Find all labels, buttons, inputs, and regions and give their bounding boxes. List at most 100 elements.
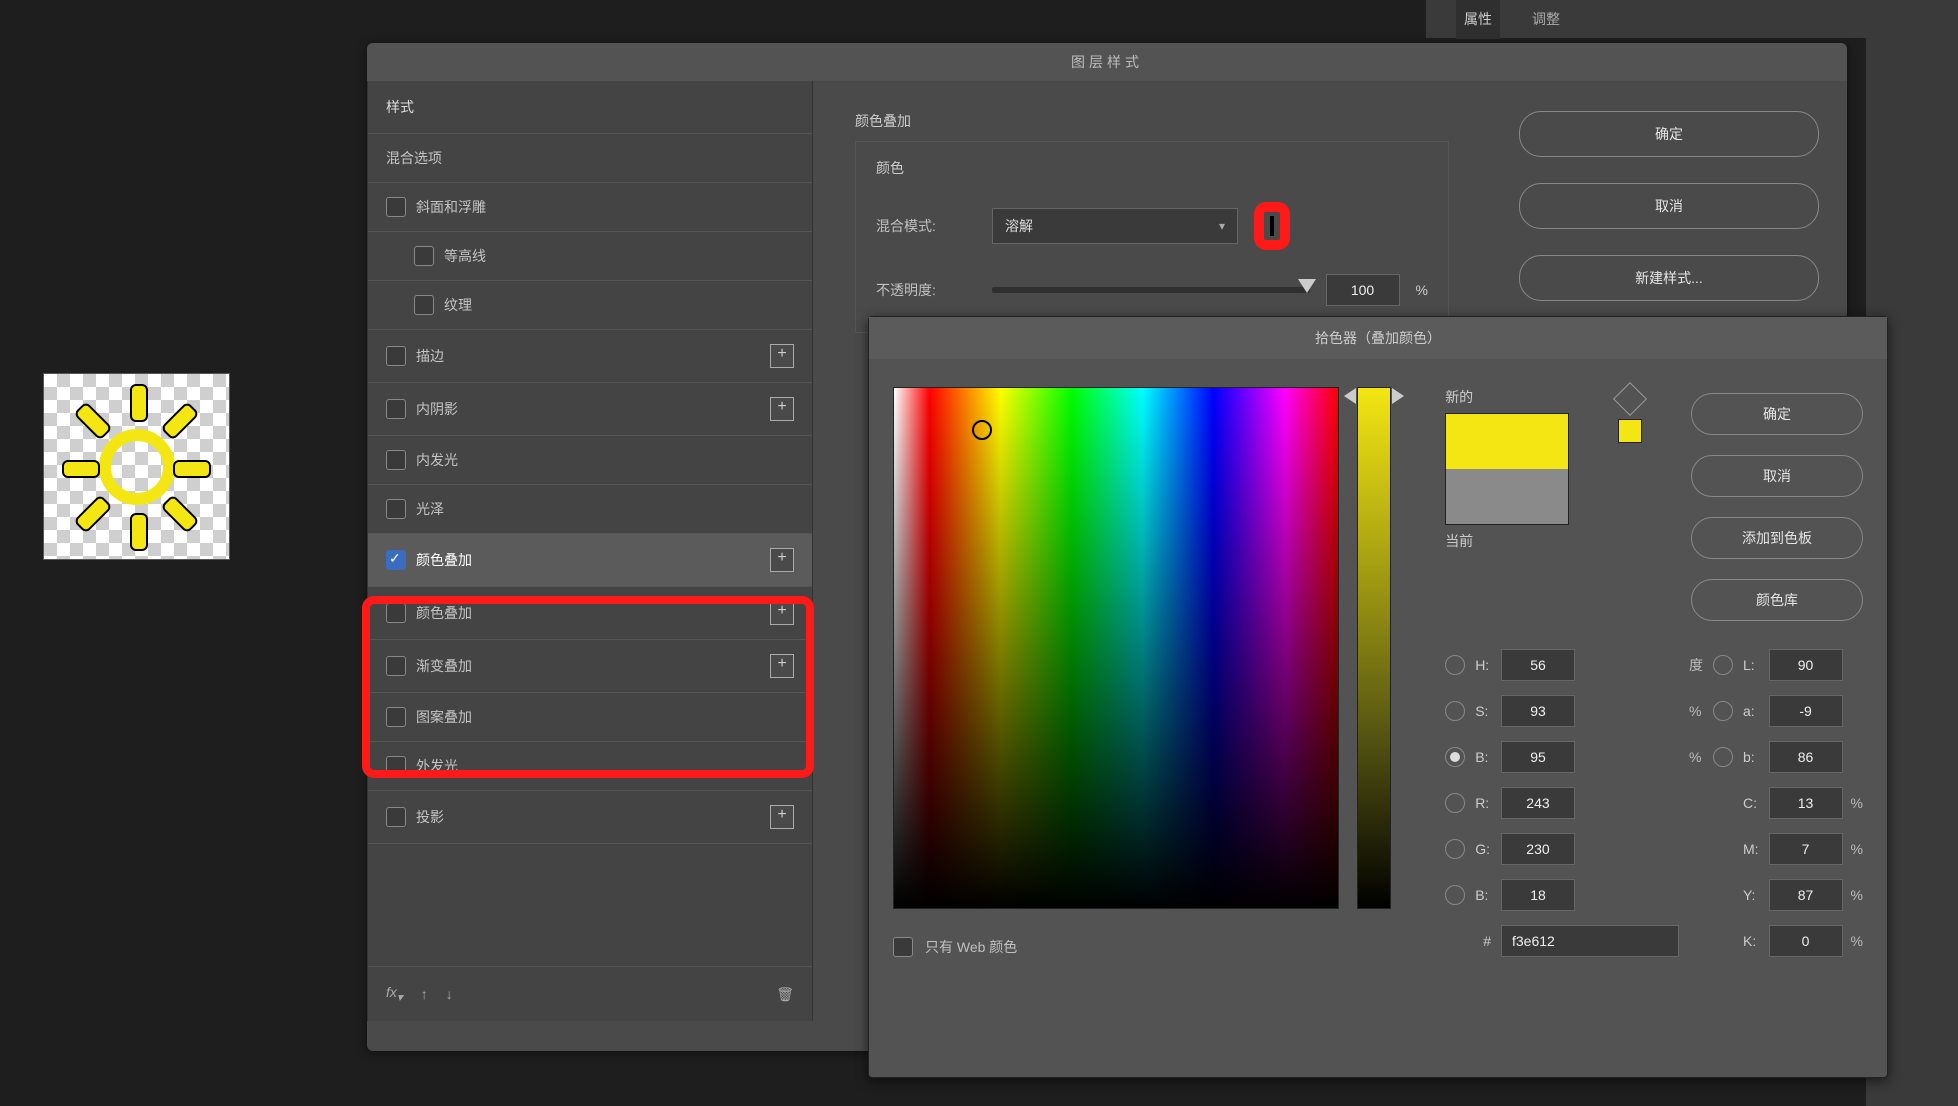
checkbox-bevel[interactable] <box>386 197 406 217</box>
checkbox-inner-glow[interactable] <box>386 450 406 470</box>
checkbox-drop-shadow[interactable] <box>386 807 406 827</box>
radio-h[interactable] <box>1445 655 1465 675</box>
effect-satin[interactable]: 光泽 <box>368 485 812 534</box>
tab-adjustments[interactable]: 调整 <box>1524 0 1568 39</box>
checkbox-color-overlay-2[interactable] <box>386 603 406 623</box>
checkbox-color-overlay-1[interactable] <box>386 550 406 570</box>
label-a: a: <box>1743 703 1759 719</box>
ok-button[interactable]: 确定 <box>1519 111 1819 157</box>
nearest-web-color-swatch[interactable] <box>1618 419 1642 443</box>
add-inner-shadow-button[interactable]: + <box>770 397 794 421</box>
radio-r[interactable] <box>1445 793 1465 813</box>
checkbox-satin[interactable] <box>386 499 406 519</box>
tab-properties[interactable]: 属性 <box>1456 0 1500 39</box>
effect-bevel-emboss[interactable]: 斜面和浮雕 <box>368 183 812 232</box>
label-m: M: <box>1743 841 1759 857</box>
slider-thumb-icon[interactable] <box>1298 279 1316 293</box>
preview-new-label: 新的 <box>1445 387 1569 407</box>
overlay-color-swatch[interactable] <box>1270 216 1274 236</box>
input-b-lab[interactable]: 86 <box>1769 741 1843 773</box>
preview-current-color[interactable] <box>1446 469 1568 524</box>
radio-b-lab[interactable] <box>1713 747 1733 767</box>
unit-h: 度 <box>1689 655 1703 675</box>
input-s[interactable]: 93 <box>1501 695 1575 727</box>
fx-menu-button[interactable]: fx▾ <box>386 984 403 1004</box>
delete-effect-button[interactable] <box>776 986 794 1003</box>
label-r: R: <box>1475 795 1491 811</box>
blend-mode-select[interactable]: 溶解 ▾ <box>992 208 1238 244</box>
radio-a[interactable] <box>1713 701 1733 721</box>
add-gradient-overlay-button[interactable]: + <box>770 654 794 678</box>
checkbox-gradient-overlay[interactable] <box>386 656 406 676</box>
opacity-input[interactable]: 100 <box>1326 274 1400 306</box>
effect-color-overlay-2[interactable]: 颜色叠加 + <box>368 587 812 640</box>
color-preview <box>1445 413 1569 525</box>
hue-slider-arrow-left-icon[interactable] <box>1344 388 1356 404</box>
blend-mode-value: 溶解 <box>1005 216 1033 236</box>
input-l[interactable]: 90 <box>1769 649 1843 681</box>
opacity-slider[interactable] <box>992 287 1310 293</box>
checkbox-web-only[interactable] <box>893 937 913 957</box>
effect-inner-glow[interactable]: 内发光 <box>368 436 812 485</box>
checkbox-pattern-overlay[interactable] <box>386 707 406 727</box>
hue-slider[interactable] <box>1357 387 1391 909</box>
label-k: K: <box>1743 933 1759 949</box>
radio-g[interactable] <box>1445 839 1465 859</box>
add-drop-shadow-button[interactable]: + <box>770 805 794 829</box>
label-y: Y: <box>1743 887 1759 903</box>
checkbox-stroke[interactable] <box>386 346 406 366</box>
add-color-overlay-button-2[interactable]: + <box>770 601 794 625</box>
input-k[interactable]: 0 <box>1769 925 1843 957</box>
input-g[interactable]: 230 <box>1501 833 1575 865</box>
cp-cancel-button[interactable]: 取消 <box>1691 455 1863 497</box>
effect-gradient-overlay[interactable]: 渐变叠加 + <box>368 640 812 693</box>
effect-texture[interactable]: 纹理 <box>368 281 812 330</box>
input-y[interactable]: 87 <box>1769 879 1843 911</box>
effect-pattern-overlay[interactable]: 图案叠加 <box>368 693 812 742</box>
effect-inner-shadow[interactable]: 内阴影 + <box>368 383 812 436</box>
radio-b-hsb[interactable] <box>1445 747 1465 767</box>
preview-new-color <box>1446 414 1568 469</box>
checkbox-contour[interactable] <box>414 246 434 266</box>
checkbox-texture[interactable] <box>414 295 434 315</box>
effect-drop-shadow[interactable]: 投影 + <box>368 791 812 844</box>
color-field-cursor[interactable] <box>972 420 992 440</box>
label-g: G: <box>1475 841 1491 857</box>
input-a[interactable]: -9 <box>1769 695 1843 727</box>
color-field[interactable] <box>893 387 1339 909</box>
move-effect-down-button[interactable] <box>446 986 453 1002</box>
canvas-layer-preview <box>43 373 230 560</box>
effect-outer-glow[interactable]: 外发光 <box>368 742 812 791</box>
cp-ok-button[interactable]: 确定 <box>1691 393 1863 435</box>
effect-contour[interactable]: 等高线 <box>368 232 812 281</box>
checkbox-inner-shadow[interactable] <box>386 399 406 419</box>
styles-header[interactable]: 样式 <box>368 81 812 134</box>
radio-l[interactable] <box>1713 655 1733 675</box>
input-hex[interactable]: f3e612 <box>1501 925 1679 957</box>
label-b-lab: b: <box>1743 749 1759 765</box>
effect-stroke[interactable]: 描边 + <box>368 330 812 383</box>
chevron-down-icon: ▾ <box>1219 219 1225 233</box>
blend-options-label: 混合选项 <box>386 148 442 168</box>
hue-slider-arrow-right-icon[interactable] <box>1392 388 1404 404</box>
cancel-button[interactable]: 取消 <box>1519 183 1819 229</box>
effect-color-overlay-1[interactable]: 颜色叠加 + <box>368 534 812 587</box>
input-c[interactable]: 13 <box>1769 787 1843 819</box>
input-b-rgb[interactable]: 18 <box>1501 879 1575 911</box>
input-m[interactable]: 7 <box>1769 833 1843 865</box>
input-h[interactable]: 56 <box>1501 649 1575 681</box>
blend-options-row[interactable]: 混合选项 <box>368 134 812 183</box>
add-stroke-button[interactable]: + <box>770 344 794 368</box>
radio-b-rgb[interactable] <box>1445 885 1465 905</box>
input-b-hsb[interactable]: 95 <box>1501 741 1575 773</box>
input-r[interactable]: 243 <box>1501 787 1575 819</box>
new-style-button[interactable]: 新建样式... <box>1519 255 1819 301</box>
checkbox-outer-glow[interactable] <box>386 756 406 776</box>
add-color-overlay-button-1[interactable]: + <box>770 548 794 572</box>
move-effect-up-button[interactable] <box>421 986 428 1002</box>
radio-s[interactable] <box>1445 701 1465 721</box>
cp-add-swatch-button[interactable]: 添加到色板 <box>1691 517 1863 559</box>
layer-style-effects-list: 样式 混合选项 斜面和浮雕 等高线 纹理 描边 + 内阴影 <box>367 81 813 1021</box>
cp-color-libraries-button[interactable]: 颜色库 <box>1691 579 1863 621</box>
cube-icon[interactable] <box>1613 382 1647 416</box>
